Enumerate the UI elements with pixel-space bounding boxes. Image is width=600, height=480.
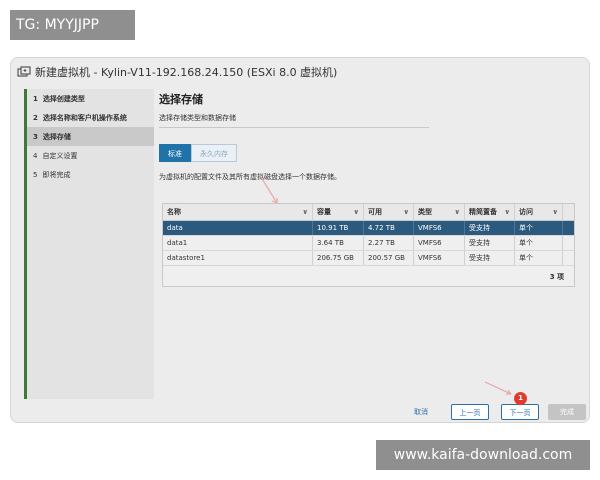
vm-new-icon <box>17 66 31 77</box>
watermark-bottom: www.kaifa-download.com <box>376 440 590 470</box>
page-description: 为虚拟机的配置文件及其所有虚拟磁盘选择一个数据存储。 <box>159 173 341 181</box>
chevron-down-icon: ∨ <box>353 208 359 216</box>
header-label: 容量 <box>317 208 331 216</box>
watermark-top: TG: MYYJJPP <box>10 10 135 40</box>
cell-access: 单个 <box>515 251 563 265</box>
step-customize-settings[interactable]: 4 自定义设置 <box>27 146 154 165</box>
step-number: 4 <box>33 151 38 160</box>
cell-capacity: 10.91 TB <box>313 221 364 235</box>
cell-thin-provisioning: 受支持 <box>465 221 515 235</box>
step-label: 即将完成 <box>42 170 71 179</box>
next-page-button[interactable]: 下一页 <box>501 404 539 420</box>
wizard-buttons: 取消 上一页 下一页 完成 <box>11 400 589 422</box>
cell-free: 2.27 TB <box>364 236 414 250</box>
chevron-down-icon: ∨ <box>302 208 308 216</box>
header-label: 访问 <box>519 208 533 216</box>
cell-capacity: 3.64 TB <box>313 236 364 250</box>
annotation-arrow-icon <box>484 381 512 395</box>
cell-free: 4.72 TB <box>364 221 414 235</box>
storage-type-tabs: 标准 永久内存 <box>159 144 587 162</box>
step-number: 5 <box>33 170 38 179</box>
page-subtitle: 选择存储类型和数据存储 <box>159 113 429 128</box>
new-vm-dialog: 新建虚拟机 - Kylin-V11-192.168.24.150 (ESXi 8… <box>10 57 590 423</box>
step-label: 选择存储 <box>42 132 71 141</box>
previous-page-button[interactable]: 上一页 <box>451 404 489 420</box>
cell-access: 单个 <box>515 221 563 235</box>
dialog-title: 新建虚拟机 - Kylin-V11-192.168.24.150 (ESXi 8… <box>35 66 338 79</box>
chevron-down-icon: ∨ <box>454 208 460 216</box>
cell-capacity: 206.75 GB <box>313 251 364 265</box>
step-number: 3 <box>33 132 38 141</box>
cell-type: VMFS6 <box>414 221 465 235</box>
column-header-capacity[interactable]: 容量 ∨ <box>313 204 364 220</box>
header-label: 类型 <box>418 208 432 216</box>
step-number: 1 <box>33 94 38 103</box>
step-label: 选择创建类型 <box>42 94 85 103</box>
dialog-titlebar: 新建虚拟机 - Kylin-V11-192.168.24.150 (ESXi 8… <box>11 58 589 86</box>
cancel-button[interactable]: 取消 <box>407 404 435 420</box>
main-content: 选择存储 选择存储类型和数据存储 标准 永久内存 为虚拟机的配置文件及其所有虚拟… <box>159 89 587 399</box>
chevron-down-icon: ∨ <box>504 208 510 216</box>
cell-name: datastore1 <box>163 251 313 265</box>
column-header-thin-provisioning[interactable]: 精简置备 ∨ <box>465 204 515 220</box>
cell-thin-provisioning: 受支持 <box>465 251 515 265</box>
table-row[interactable]: data 10.91 TB 4.72 TB VMFS6 受支持 单个 <box>163 221 574 236</box>
header-label: 可用 <box>368 208 382 216</box>
datastore-table: 名称 ∨ 容量 ∨ 可用 ∨ 类型 ∨ 精简置备 ∨ 访问 ∨ data 10.91 TB … <box>162 203 575 287</box>
step-label: 自定义设置 <box>42 151 78 160</box>
cell-free: 200.57 GB <box>364 251 414 265</box>
annotation-badge: 1 <box>514 392 527 405</box>
header-label: 名称 <box>167 208 181 216</box>
table-row[interactable]: data1 3.64 TB 2.27 TB VMFS6 受支持 单个 <box>163 236 574 251</box>
tab-standard[interactable]: 标准 <box>159 144 191 162</box>
column-header-free[interactable]: 可用 ∨ <box>364 204 414 220</box>
step-select-name-os[interactable]: 2 选择名称和客户机操作系统 <box>27 108 154 127</box>
item-count: 3 项 <box>549 273 564 281</box>
column-header-access[interactable]: 访问 ∨ <box>515 204 563 220</box>
tab-persistent-memory[interactable]: 永久内存 <box>191 144 237 162</box>
step-number: 2 <box>33 113 38 122</box>
table-header: 名称 ∨ 容量 ∨ 可用 ∨ 类型 ∨ 精简置备 ∨ 访问 ∨ <box>163 204 574 221</box>
cell-name: data <box>163 221 313 235</box>
column-header-name[interactable]: 名称 ∨ <box>163 204 313 220</box>
cell-name: data1 <box>163 236 313 250</box>
finish-button[interactable]: 完成 <box>548 404 586 420</box>
step-label: 选择名称和客户机操作系统 <box>42 113 127 122</box>
step-select-creation-type[interactable]: 1 选择创建类型 <box>27 89 154 108</box>
cell-access: 单个 <box>515 236 563 250</box>
cell-thin-provisioning: 受支持 <box>465 236 515 250</box>
chevron-down-icon: ∨ <box>552 208 558 216</box>
chevron-down-icon: ∨ <box>403 208 409 216</box>
page-title: 选择存储 <box>159 93 203 106</box>
header-label: 精简置备 <box>469 208 497 216</box>
cell-type: VMFS6 <box>414 251 465 265</box>
wizard-steps: 1 选择创建类型 2 选择名称和客户机操作系统 3 选择存储 4 自定义设置 5 即将完成 <box>24 89 154 399</box>
cell-type: VMFS6 <box>414 236 465 250</box>
step-select-storage[interactable]: 3 选择存储 <box>27 127 154 146</box>
table-row[interactable]: datastore1 206.75 GB 200.57 GB VMFS6 受支持… <box>163 251 574 266</box>
step-ready-to-complete[interactable]: 5 即将完成 <box>27 165 154 184</box>
column-header-type[interactable]: 类型 ∨ <box>414 204 465 220</box>
